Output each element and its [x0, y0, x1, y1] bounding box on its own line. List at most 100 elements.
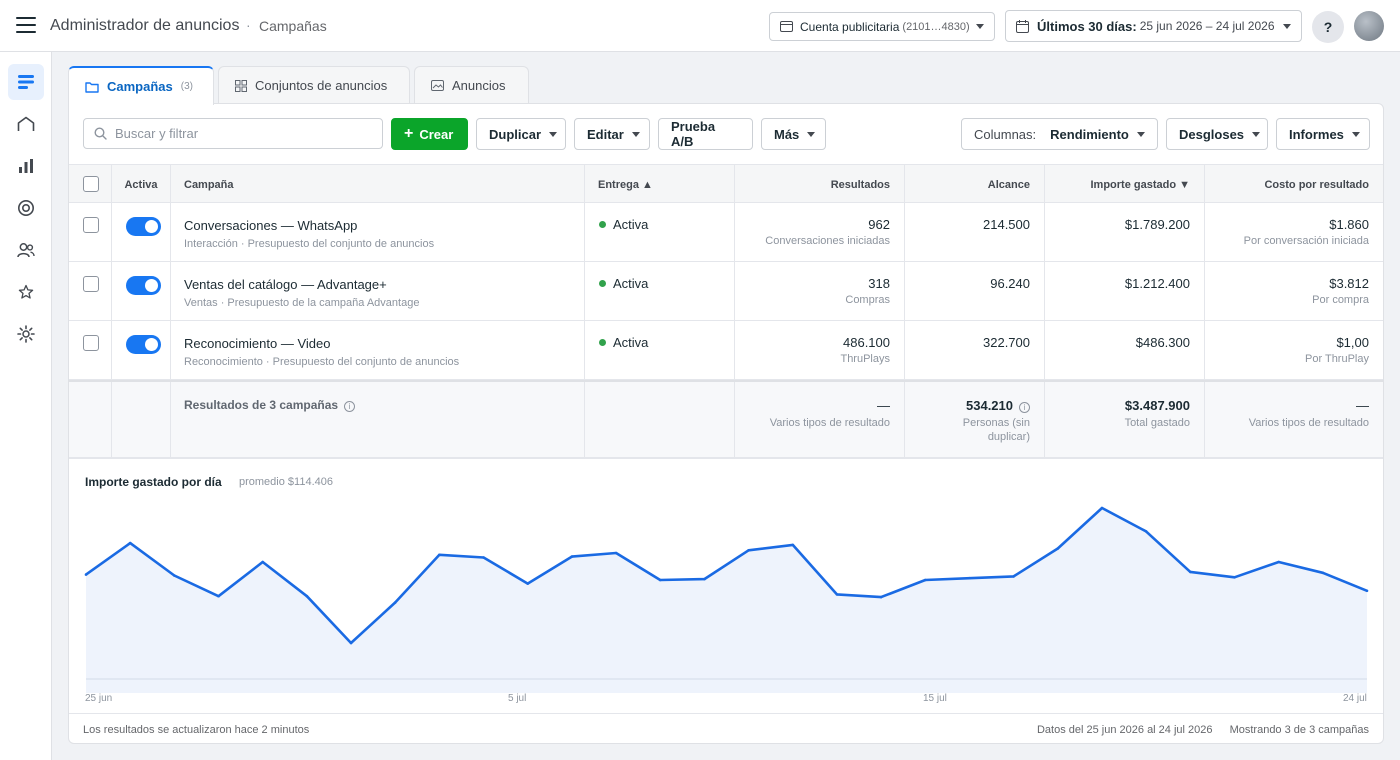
image-icon — [431, 80, 444, 91]
duplicate-button[interactable]: Duplicar — [476, 118, 566, 150]
header-cost-per-result[interactable]: Costo por resultado — [1205, 165, 1383, 202]
summary-empty-cell — [69, 382, 112, 457]
chart-data-point[interactable] — [614, 551, 618, 555]
x-tick-label: 24 jul — [1343, 693, 1367, 704]
chart-data-point[interactable] — [173, 574, 176, 577]
info-icon[interactable]: i — [1019, 402, 1030, 413]
campaigns-nav-icon[interactable] — [8, 64, 44, 100]
target-icon[interactable] — [8, 190, 44, 226]
more-button[interactable]: Más — [761, 118, 826, 150]
campaign-toggle[interactable] — [126, 335, 161, 354]
ab-test-button[interactable]: Prueba A/B — [658, 118, 753, 150]
campaign-toggle[interactable] — [126, 217, 161, 236]
chart-data-point[interactable] — [482, 556, 485, 559]
header-active[interactable]: Activa — [112, 165, 171, 202]
chart-data-point[interactable] — [1233, 576, 1236, 579]
chart-data-point[interactable] — [128, 541, 132, 545]
chart-icon[interactable] — [8, 148, 44, 184]
header-delivery[interactable]: Entrega ▲ — [585, 165, 735, 202]
menu-icon[interactable] — [16, 17, 36, 33]
spend-chart-svg[interactable] — [69, 459, 1383, 715]
delivery-status-label: Activa — [613, 335, 649, 350]
row-delivery-cell: Activa — [585, 262, 735, 320]
chart-data-point[interactable] — [968, 576, 971, 580]
search-box[interactable] — [83, 118, 383, 149]
chart-data-point[interactable] — [526, 582, 530, 585]
campaign-name[interactable]: Conversaciones — WhatsApp — [184, 218, 357, 233]
home-icon[interactable] — [8, 106, 44, 142]
date-range-selector[interactable]: Últimos 30 días: 25 jun 2026 – 24 jul 20… — [1005, 10, 1302, 42]
duplicate-label: Duplicar — [489, 126, 542, 142]
results-type: Conversaciones iniciadas — [765, 235, 890, 247]
chart-data-point[interactable] — [349, 641, 353, 645]
chart-data-point[interactable] — [923, 578, 927, 582]
reports-dropdown[interactable]: Informes — [1276, 118, 1370, 150]
header-results[interactable]: Resultados — [735, 165, 905, 202]
columns-dropdown[interactable]: Columnas: Rendimiento — [961, 118, 1158, 150]
chart-data-point[interactable] — [1277, 560, 1280, 564]
gear-icon[interactable] — [8, 316, 44, 352]
audience-icon[interactable] — [8, 232, 44, 268]
search-input[interactable] — [115, 126, 365, 141]
chart-data-point[interactable] — [305, 594, 309, 598]
chart-data-point[interactable] — [1100, 506, 1104, 510]
ad-account-selector[interactable]: Cuenta publicitaria (2101…4830) — [769, 12, 995, 41]
chart-data-point[interactable] — [658, 578, 662, 582]
campaign-name[interactable]: Ventas del catálogo — Advantage+ — [184, 277, 387, 292]
edit-button[interactable]: Editar — [574, 118, 650, 150]
chevron-down-icon — [549, 131, 558, 137]
campaign-objective: Ventas · Presupuesto de la campaña Advan… — [184, 297, 420, 309]
card-icon — [780, 21, 793, 32]
campaign-name[interactable]: Reconocimiento — Video — [184, 336, 330, 351]
chart-data-point[interactable] — [703, 577, 706, 581]
chart-data-point[interactable] — [1365, 589, 1369, 593]
chart-data-point[interactable] — [1012, 575, 1015, 578]
chart-data-point[interactable] — [261, 560, 264, 564]
table-row[interactable]: Reconocimiento — Video Reconocimiento · … — [69, 321, 1383, 380]
help-button[interactable]: ? — [1312, 11, 1344, 43]
chart-data-point[interactable] — [879, 595, 883, 599]
tab-ads[interactable]: Anuncios — [414, 66, 529, 104]
row-delivery-cell: Activa — [585, 321, 735, 379]
chart-data-point[interactable] — [217, 594, 220, 598]
avatar[interactable] — [1354, 11, 1384, 41]
select-all-checkbox[interactable] — [83, 176, 99, 192]
table-row[interactable]: Ventas del catálogo — Advantage+ Ventas … — [69, 262, 1383, 321]
amount-spent-value: $486.300 — [1135, 335, 1190, 350]
status-dot-icon — [599, 280, 606, 287]
chart-data-point[interactable] — [438, 553, 441, 557]
chart-data-point[interactable] — [570, 555, 574, 558]
table-row[interactable]: Conversaciones — WhatsApp Interacción · … — [69, 203, 1383, 262]
breadcrumb[interactable]: Campañas — [259, 18, 327, 34]
row-results-cell: 486.100 ThruPlays — [735, 321, 905, 379]
create-button[interactable]: + Crear — [391, 118, 468, 150]
row-checkbox[interactable] — [83, 217, 99, 233]
chart-data-point[interactable] — [1056, 547, 1060, 550]
tab-campaigns[interactable]: Campañas (3) — [68, 66, 214, 105]
chart-data-point[interactable] — [1144, 530, 1148, 533]
info-icon[interactable]: i — [344, 401, 356, 412]
chart-data-point[interactable] — [393, 601, 397, 604]
spend-chart: Importe gastado por día promedio $114.40… — [69, 458, 1383, 714]
chart-data-point[interactable] — [1321, 571, 1325, 575]
chart-data-point[interactable] — [747, 549, 750, 552]
summary-cpr-value: — — [1356, 398, 1369, 413]
header-amount-spent[interactable]: Importe gastado ▼ — [1045, 165, 1205, 202]
tab-campaigns-label: Campañas — [107, 79, 173, 94]
summary-empty-cell — [585, 382, 735, 457]
row-checkbox[interactable] — [83, 276, 99, 292]
star-icon[interactable] — [8, 274, 44, 310]
row-checkbox[interactable] — [83, 335, 99, 351]
cost-per-result-value: $1.860 — [1329, 217, 1369, 232]
breakdowns-dropdown[interactable]: Desgloses — [1166, 118, 1268, 150]
tab-ad-sets[interactable]: Conjuntos de anuncios — [218, 66, 410, 104]
chart-data-point[interactable] — [835, 593, 839, 596]
chart-data-point[interactable] — [791, 543, 795, 547]
header-campaign[interactable]: Campaña — [171, 165, 585, 202]
row-cpr-cell: $1,00 Por ThruPlay — [1205, 321, 1383, 379]
chart-data-point[interactable] — [84, 573, 88, 576]
chart-data-point[interactable] — [1189, 570, 1192, 574]
showing-count-text: Mostrando 3 de 3 campañas — [1229, 724, 1369, 736]
campaign-toggle[interactable] — [126, 276, 161, 295]
header-reach[interactable]: Alcance — [905, 165, 1045, 202]
